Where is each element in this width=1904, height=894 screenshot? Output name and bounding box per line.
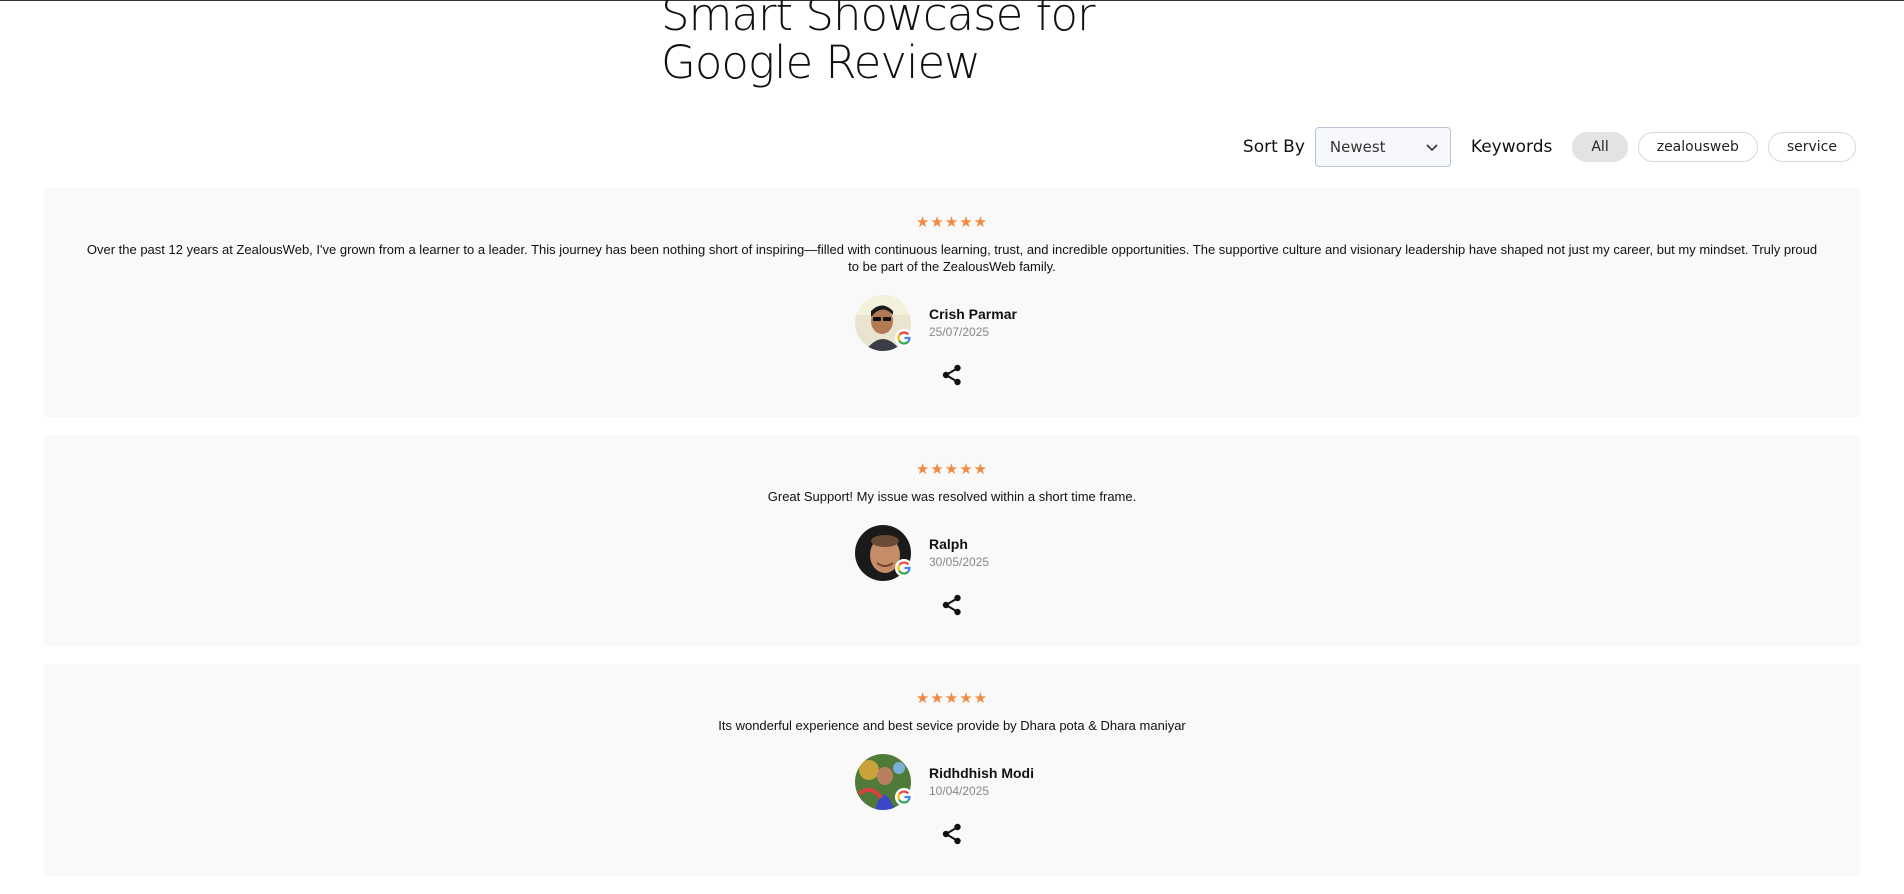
review-text: Great Support! My issue was resolved wit… [767, 489, 1137, 504]
page-title-line-2: Google Review [661, 36, 981, 89]
review-author: Ridhdhish Modi 10/04/2025 [44, 754, 1860, 810]
share-icon[interactable] [940, 822, 964, 846]
sort-dropdown-value: Newest [1329, 138, 1386, 156]
author-name: Crish Parmar [929, 306, 1017, 322]
sort-dropdown[interactable]: Newest [1314, 127, 1451, 167]
rating-stars: ★★★★★ [915, 213, 989, 231]
author-name: Ridhdhish Modi [929, 765, 1034, 781]
keyword-chip-all[interactable]: All [1572, 132, 1628, 162]
review-list: ★★★★★ Over the past 12 years at ZealousW… [44, 188, 1860, 894]
rating-stars: ★★★★★ [915, 689, 989, 707]
avatar-container [855, 754, 913, 810]
review-card: ★★★★★ Great Support! My issue was resolv… [44, 435, 1860, 646]
review-text: Over the past 12 years at ZealousWeb, I'… [86, 242, 1818, 274]
share-icon[interactable] [940, 593, 964, 617]
author-info: Ridhdhish Modi 10/04/2025 [929, 764, 1049, 800]
sort-by-label: Sort By [1242, 137, 1305, 157]
review-date: 25/07/2025 [929, 325, 990, 339]
review-date: 10/04/2025 [929, 784, 990, 798]
review-card: ★★★★★ Over the past 12 years at ZealousW… [44, 188, 1860, 417]
review-author: Crish Parmar 25/07/2025 [44, 295, 1860, 351]
page-title: Smart Showcase for Google Review [661, 0, 1181, 87]
review-author: Ralph 30/05/2025 [44, 525, 1860, 581]
author-info: Crish Parmar 25/07/2025 [929, 305, 1049, 341]
google-icon [895, 559, 913, 577]
review-date: 30/05/2025 [929, 555, 990, 569]
avatar-container [855, 525, 913, 581]
review-card: ★★★★★ Its wonderful experience and best … [44, 664, 1860, 876]
review-controls: Sort By Newest Keywords All zealousweb s… [1243, 127, 1856, 167]
avatar-container [855, 295, 913, 351]
share-icon[interactable] [940, 363, 964, 387]
keyword-chip-service[interactable]: service [1767, 132, 1856, 162]
author-info: Ralph 30/05/2025 [929, 535, 1049, 571]
google-icon [895, 788, 913, 806]
keywords-label: Keywords [1470, 137, 1553, 157]
rating-stars: ★★★★★ [915, 460, 989, 478]
author-name: Ralph [929, 536, 968, 552]
keyword-chip-zealousweb[interactable]: zealousweb [1637, 132, 1758, 162]
page-title-line-1: Smart Showcase for [661, 0, 1095, 41]
chevron-down-icon [1426, 144, 1438, 152]
review-text: Its wonderful experience and best sevice… [718, 718, 1186, 733]
google-icon [895, 329, 913, 347]
